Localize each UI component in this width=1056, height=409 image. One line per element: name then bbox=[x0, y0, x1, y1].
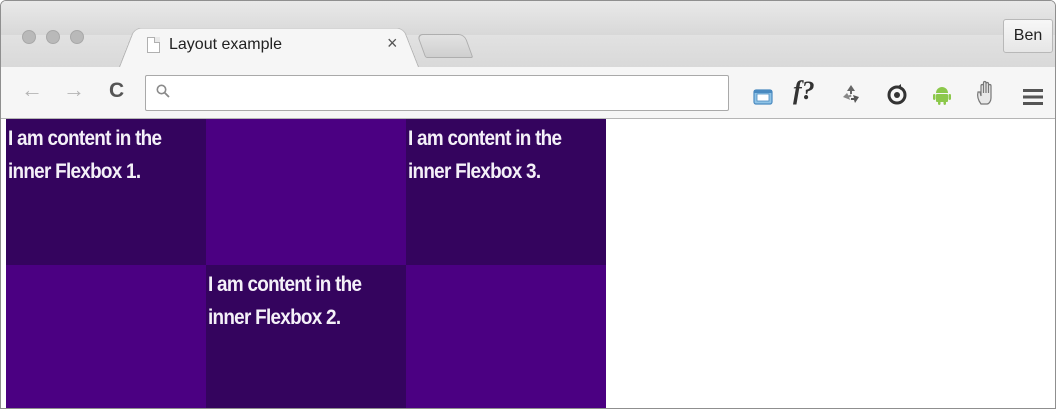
flexbox-1-text: I am content in the inner Flexbox 1. bbox=[8, 127, 162, 183]
tab-close-icon[interactable]: × bbox=[387, 34, 398, 52]
flexbox-cell-3: I am content in the inner Flexbox 3. bbox=[406, 119, 606, 265]
flexbox-cell-empty-top bbox=[206, 119, 406, 265]
tab-title: Layout example bbox=[169, 36, 282, 53]
formula-icon[interactable]: f? bbox=[793, 76, 815, 105]
profile-button[interactable]: Ben bbox=[1003, 19, 1053, 53]
flexbox-2-text: I am content in the inner Flexbox 2. bbox=[208, 273, 362, 329]
zoom-window-button[interactable] bbox=[70, 30, 84, 44]
address-bar[interactable] bbox=[145, 75, 729, 111]
flexbox-cell-empty-bottom-right bbox=[406, 265, 606, 408]
flexbox-3-text: I am content in the inner Flexbox 3. bbox=[408, 127, 562, 183]
hamburger-menu-icon[interactable] bbox=[1023, 83, 1043, 111]
flexbox-cell-empty-bottom-left bbox=[6, 265, 206, 408]
sync-icon[interactable] bbox=[886, 81, 908, 109]
flexbox-cell-1: I am content in the inner Flexbox 1. bbox=[6, 119, 206, 265]
page-icon bbox=[147, 37, 160, 53]
close-window-button[interactable] bbox=[22, 30, 36, 44]
android-icon[interactable] bbox=[931, 81, 953, 109]
flexbox-container: I am content in the inner Flexbox 1. I a… bbox=[6, 119, 606, 408]
reload-icon[interactable]: C bbox=[109, 80, 124, 101]
new-tab-button[interactable] bbox=[416, 34, 474, 58]
page-content: I am content in the inner Flexbox 1. I a… bbox=[1, 119, 1055, 408]
hand-icon[interactable] bbox=[975, 79, 999, 107]
tab-layout-example[interactable]: Layout example × bbox=[119, 23, 419, 67]
minimize-window-button[interactable] bbox=[46, 30, 60, 44]
back-arrow-icon[interactable]: ← bbox=[21, 79, 43, 101]
browser-window: Layout example × Ben ← → C f? I am conte… bbox=[0, 0, 1056, 409]
search-icon bbox=[156, 84, 170, 98]
screen-capture-icon[interactable] bbox=[753, 83, 773, 111]
recycle-icon[interactable] bbox=[839, 80, 863, 108]
forward-arrow-icon[interactable]: → bbox=[63, 79, 85, 101]
toolbar: ← → C f? bbox=[1, 67, 1055, 119]
flexbox-cell-2: I am content in the inner Flexbox 2. bbox=[206, 265, 406, 408]
